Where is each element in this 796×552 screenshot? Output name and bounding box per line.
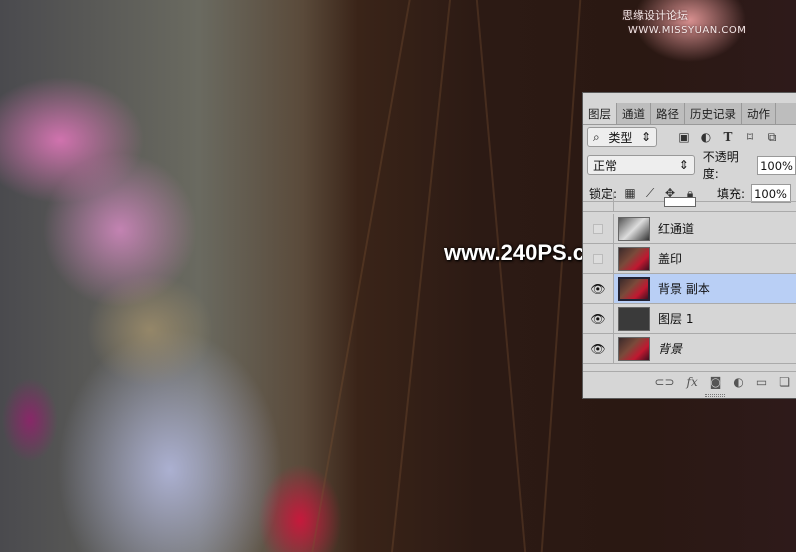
eye-icon: 👁︎ <box>590 341 606 356</box>
blend-mode-select[interactable]: 正常 ⇕ <box>587 155 695 175</box>
layer-thumbnail <box>618 216 650 241</box>
shape-filter-icon[interactable]: ⌑ <box>743 130 757 144</box>
opacity-label: 不透明度: <box>702 150 739 181</box>
layer-thumbnail <box>618 246 650 271</box>
layer-name: 背景 副本 <box>658 282 710 296</box>
layer-row[interactable]: 红通道 <box>583 214 796 244</box>
resize-grip[interactable] <box>705 394 725 397</box>
layer-name: 背景 <box>658 342 683 356</box>
tab-actions[interactable]: 动作 <box>742 103 776 124</box>
filter-type-select[interactable]: ⌕ 类型 ⇕ <box>587 127 657 147</box>
tab-paths[interactable]: 路径 <box>651 103 685 124</box>
layer-row-partial[interactable] <box>583 192 796 212</box>
filter-label: 类型 <box>608 130 633 145</box>
watermark-url: WWW.MISSYUAN.COM <box>628 25 747 36</box>
adjustment-filter-icon[interactable]: ◐ <box>699 130 713 144</box>
opacity-input[interactable]: 100% <box>757 155 796 175</box>
tab-history[interactable]: 历史记录 <box>685 103 742 124</box>
layer-row[interactable]: 👁︎ 图层 1 <box>583 304 796 334</box>
watermark-missyuan: 思缘设计论坛 WWW.MISSYUAN.COM <box>622 7 796 36</box>
visibility-toggle[interactable] <box>583 192 614 211</box>
layer-name: 图层 1 <box>658 312 694 326</box>
layer-name: 盖印 <box>658 252 683 266</box>
updown-icon: ⇕ <box>678 158 689 172</box>
layers-list: 红通道 盖印 👁︎ 背景 副本 👁︎ 图层 1 👁︎ 背景 <box>583 192 796 369</box>
visibility-toggle[interactable]: 👁︎ <box>583 274 614 303</box>
type-filter-icon[interactable]: T <box>721 130 735 144</box>
layer-thumbnail <box>618 276 650 301</box>
visibility-toggle[interactable]: 👁︎ <box>583 334 614 363</box>
layers-panel: 图层 通道 路径 历史记录 动作 ⌕ 类型 ⇕ ▣ ◐ T ⌑ ⧉ 正常 ⇕ 不透明度… <box>582 92 796 399</box>
visibility-toggle[interactable]: 👁︎ <box>583 304 614 333</box>
adjustment-layer-icon[interactable]: ◐ <box>733 375 743 389</box>
layer-thumbnail <box>618 306 650 331</box>
folder-icon[interactable]: ▭ <box>756 375 767 389</box>
visibility-toggle[interactable] <box>583 214 614 243</box>
panel-tabs: 图层 通道 路径 历史记录 动作 <box>583 103 796 125</box>
smart-object-filter-icon[interactable]: ⧉ <box>765 130 779 145</box>
blend-mode-value: 正常 <box>593 158 618 173</box>
visibility-toggle[interactable] <box>583 244 614 273</box>
search-icon: ⌕ <box>593 129 600 144</box>
watermark-cn: 思缘设计论坛 <box>622 9 688 22</box>
layer-thumbnail <box>618 336 650 361</box>
layer-name: 红通道 <box>658 222 695 236</box>
new-layer-icon[interactable]: ❏ <box>779 375 790 389</box>
tab-channels[interactable]: 通道 <box>617 103 651 124</box>
eye-icon: 👁︎ <box>590 311 606 326</box>
mask-icon[interactable]: ◙ <box>710 375 722 389</box>
fx-button[interactable]: fx <box>687 375 698 389</box>
layer-mask-thumbnail <box>664 196 696 207</box>
eye-icon: 👁︎ <box>590 281 606 296</box>
panel-footer: ⊂⊃ fx ◙ ◐ ▭ ❏ <box>583 371 796 391</box>
layer-row[interactable]: 👁︎ 背景 <box>583 334 796 364</box>
layer-row[interactable]: 盖印 <box>583 244 796 274</box>
layer-row-selected[interactable]: 👁︎ 背景 副本 <box>583 274 796 304</box>
updown-icon: ⇕ <box>640 130 651 144</box>
link-icon[interactable]: ⊂⊃ <box>654 375 674 389</box>
tab-layers[interactable]: 图层 <box>583 103 617 124</box>
image-filter-icon[interactable]: ▣ <box>677 130 691 144</box>
